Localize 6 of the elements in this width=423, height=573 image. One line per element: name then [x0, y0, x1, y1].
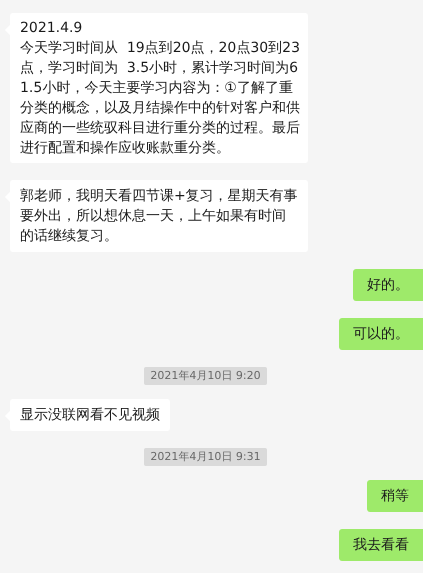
message-bubble: 好的。 — [353, 269, 423, 301]
message-bubble: 可以的。 — [339, 318, 423, 350]
timestamp: 2021年4月10日 9:31 — [144, 448, 267, 466]
message-bubble: 我去看看 — [339, 529, 423, 561]
timestamp: 2021年4月10日 9:20 — [144, 367, 267, 385]
message-bubble: 稍等 — [367, 480, 423, 512]
